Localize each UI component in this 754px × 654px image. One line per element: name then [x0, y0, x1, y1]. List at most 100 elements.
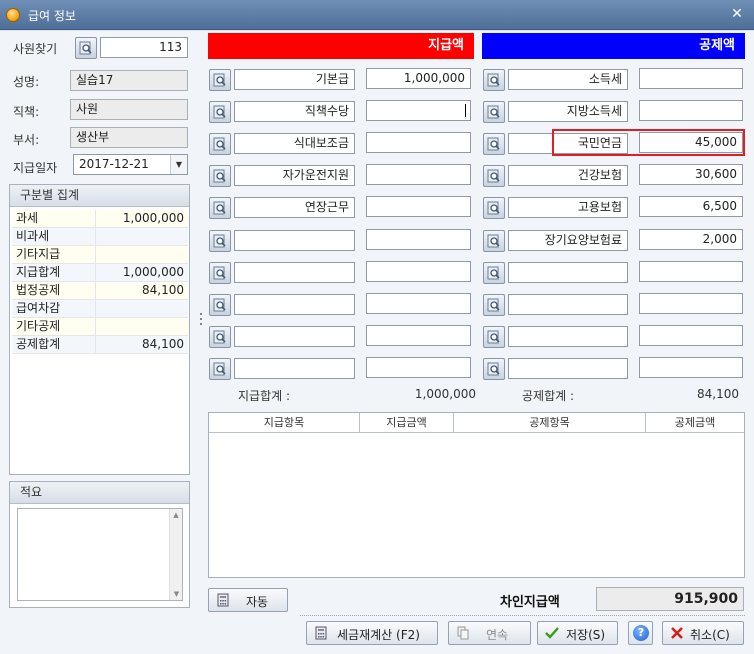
recalc-tax-button[interactable]: 세금재계산 (F2)	[306, 621, 438, 645]
deduction-item-name[interactable]: 건강보험	[508, 165, 628, 186]
magnifier-icon	[487, 137, 500, 151]
deduction-item-amount[interactable]	[639, 261, 743, 282]
employee-id-input[interactable]: 113	[100, 37, 188, 58]
pay-item-amount[interactable]	[366, 261, 471, 282]
memo-textarea[interactable]	[17, 508, 183, 601]
magnifier-icon	[487, 266, 500, 280]
splitter-handle[interactable]	[199, 313, 203, 327]
name-label: 성명:	[13, 75, 40, 89]
cancel-button[interactable]: 취소(C)	[662, 621, 744, 645]
pay-item-name[interactable]: 식대보조금	[234, 133, 355, 154]
deduction-item-search-button[interactable]	[483, 294, 505, 316]
pay-item-search-button[interactable]	[209, 358, 231, 380]
auto-button[interactable]: 자동	[208, 588, 288, 612]
pay-item-name[interactable]: 연장근무	[234, 197, 355, 218]
magnifier-icon	[487, 201, 500, 215]
calculator-icon	[315, 626, 327, 640]
deduction-item-name[interactable]	[508, 262, 628, 283]
deduction-item-amount[interactable]: 6,500	[639, 196, 743, 217]
pay-item-amount[interactable]	[366, 293, 471, 314]
chevron-down-icon[interactable]: ▼	[170, 155, 187, 174]
grid-col-deduction-item[interactable]: 공제항목	[454, 413, 646, 433]
pay-item-name[interactable]	[234, 262, 355, 283]
pay-item-amount[interactable]	[366, 100, 471, 121]
dept-field: 생산부	[70, 127, 188, 148]
magnifier-icon	[79, 41, 92, 55]
pay-item-name[interactable]	[234, 358, 355, 379]
summary-row: 공제합계 84,100	[12, 336, 188, 354]
pay-item-search-button[interactable]	[209, 133, 231, 155]
pay-item-amount[interactable]: 1,000,000	[366, 68, 471, 89]
pay-item-search-button[interactable]	[209, 101, 231, 123]
pay-item-amount[interactable]	[366, 164, 471, 185]
deduction-item-search-button[interactable]	[483, 165, 505, 187]
paydate-picker[interactable]: 2017-12-21 ▼	[73, 154, 188, 175]
pay-item-search-button[interactable]	[209, 294, 231, 316]
employee-search-button[interactable]	[75, 37, 97, 59]
close-icon[interactable]: ✕	[729, 6, 745, 22]
deduction-item-name[interactable]: 장기요양보험료	[508, 230, 628, 251]
grid-col-deduction-amount[interactable]: 공제금액	[646, 413, 744, 433]
magnifier-icon	[213, 137, 226, 151]
deduction-item-search-button[interactable]	[483, 133, 505, 155]
deduction-item-name[interactable]: 지방소득세	[508, 101, 628, 122]
pay-item-search-button[interactable]	[209, 69, 231, 91]
magnifier-icon	[487, 105, 500, 119]
deduction-item-amount[interactable]	[639, 325, 743, 346]
deduction-item-name[interactable]: 소득세	[508, 69, 628, 90]
save-button[interactable]: 저장(S)	[537, 621, 618, 645]
pay-item-search-button[interactable]	[209, 326, 231, 348]
grid-col-pay-amount[interactable]: 지급금액	[360, 413, 454, 433]
deduction-item-search-button[interactable]	[483, 262, 505, 284]
summary-row: 기타공제	[12, 318, 188, 336]
pay-item-search-button[interactable]	[209, 165, 231, 187]
deduction-item-search-button[interactable]	[483, 197, 505, 219]
pay-item-search-button[interactable]	[209, 262, 231, 284]
app-icon	[6, 8, 20, 22]
deduction-item-amount[interactable]	[639, 68, 743, 89]
position-field: 사원	[70, 99, 188, 120]
pay-item-name[interactable]	[234, 294, 355, 315]
deduction-item-amount[interactable]	[639, 100, 743, 121]
title-bar: 급여 정보 ✕	[0, 0, 754, 30]
copy-icon	[457, 626, 469, 640]
text-cursor	[465, 104, 466, 117]
pay-item-search-button[interactable]	[209, 230, 231, 252]
detail-grid[interactable]: 지급항목 지급금액 공제항목 공제금액	[208, 412, 745, 578]
magnifier-icon	[213, 234, 226, 248]
magnifier-icon	[213, 201, 226, 215]
pay-item-amount[interactable]	[366, 196, 471, 217]
deduction-item-search-button[interactable]	[483, 326, 505, 348]
deduction-item-amount[interactable]: 30,600	[639, 164, 743, 185]
deduction-item-search-button[interactable]	[483, 101, 505, 123]
deduction-item-name[interactable]: 고용보험	[508, 197, 628, 218]
pay-item-name[interactable]	[234, 230, 355, 251]
pay-item-name[interactable]	[234, 326, 355, 347]
deduction-item-search-button[interactable]	[483, 69, 505, 91]
grid-col-pay-item[interactable]: 지급항목	[209, 413, 360, 433]
summary-row: 기타지급	[12, 246, 188, 264]
pay-item-name[interactable]: 자가운전지원	[234, 165, 355, 186]
continue-button[interactable]: 연속	[448, 621, 531, 645]
deduction-item-search-button[interactable]	[483, 230, 505, 252]
deduction-item-name[interactable]	[508, 358, 628, 379]
deduction-item-amount[interactable]	[639, 357, 743, 378]
memo-title: 적요	[10, 482, 189, 504]
calculator-icon	[217, 593, 229, 607]
pay-item-amount[interactable]	[366, 229, 471, 250]
deduction-item-name[interactable]	[508, 326, 628, 347]
deduction-item-amount[interactable]	[639, 293, 743, 314]
summary-row: 비과세	[12, 228, 188, 246]
deduction-item-amount[interactable]: 2,000	[639, 229, 743, 250]
pay-item-name[interactable]: 기본급	[234, 69, 355, 90]
pay-item-name[interactable]: 직책수당	[234, 101, 355, 122]
pay-item-amount[interactable]	[366, 325, 471, 346]
paydate-label: 지급일자	[13, 161, 58, 175]
pay-item-amount[interactable]	[366, 132, 471, 153]
help-button[interactable]: ?	[628, 621, 653, 645]
pay-item-amount[interactable]	[366, 357, 471, 378]
memo-scrollbar[interactable]: ▲ ▼	[169, 509, 182, 600]
deduction-item-search-button[interactable]	[483, 358, 505, 380]
pay-item-search-button[interactable]	[209, 197, 231, 219]
deduction-item-name[interactable]	[508, 294, 628, 315]
